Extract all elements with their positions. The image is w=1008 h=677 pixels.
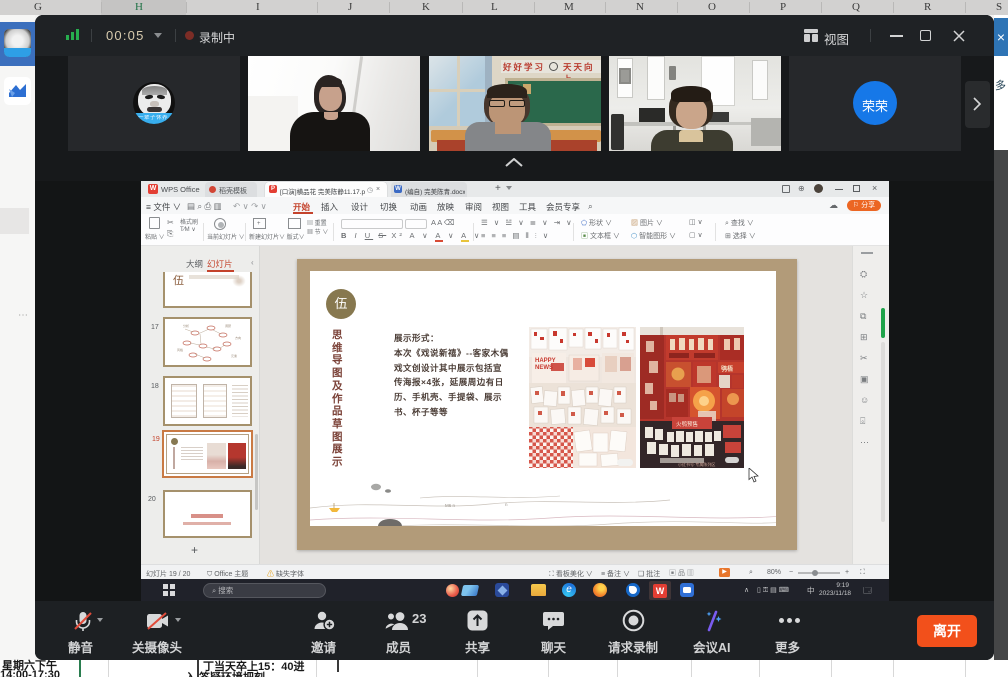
svg-text:NEWS: NEWS [535, 365, 553, 371]
svg-text:小红书号·专属陈列区: 小红书号·专属陈列区 [678, 461, 715, 467]
svg-text:M6 n: M6 n [445, 503, 456, 508]
svg-text:鸮梧: 鸮梧 [721, 365, 733, 373]
svg-text:火鸮预售: 火鸮预售 [676, 420, 698, 428]
svg-text:元素: 元素 [231, 353, 237, 358]
svg-text:调研: 调研 [225, 323, 231, 328]
svg-text:分析: 分析 [183, 323, 189, 328]
svg-text:方向: 方向 [235, 335, 241, 340]
svg-text:风格: 风格 [177, 347, 183, 352]
